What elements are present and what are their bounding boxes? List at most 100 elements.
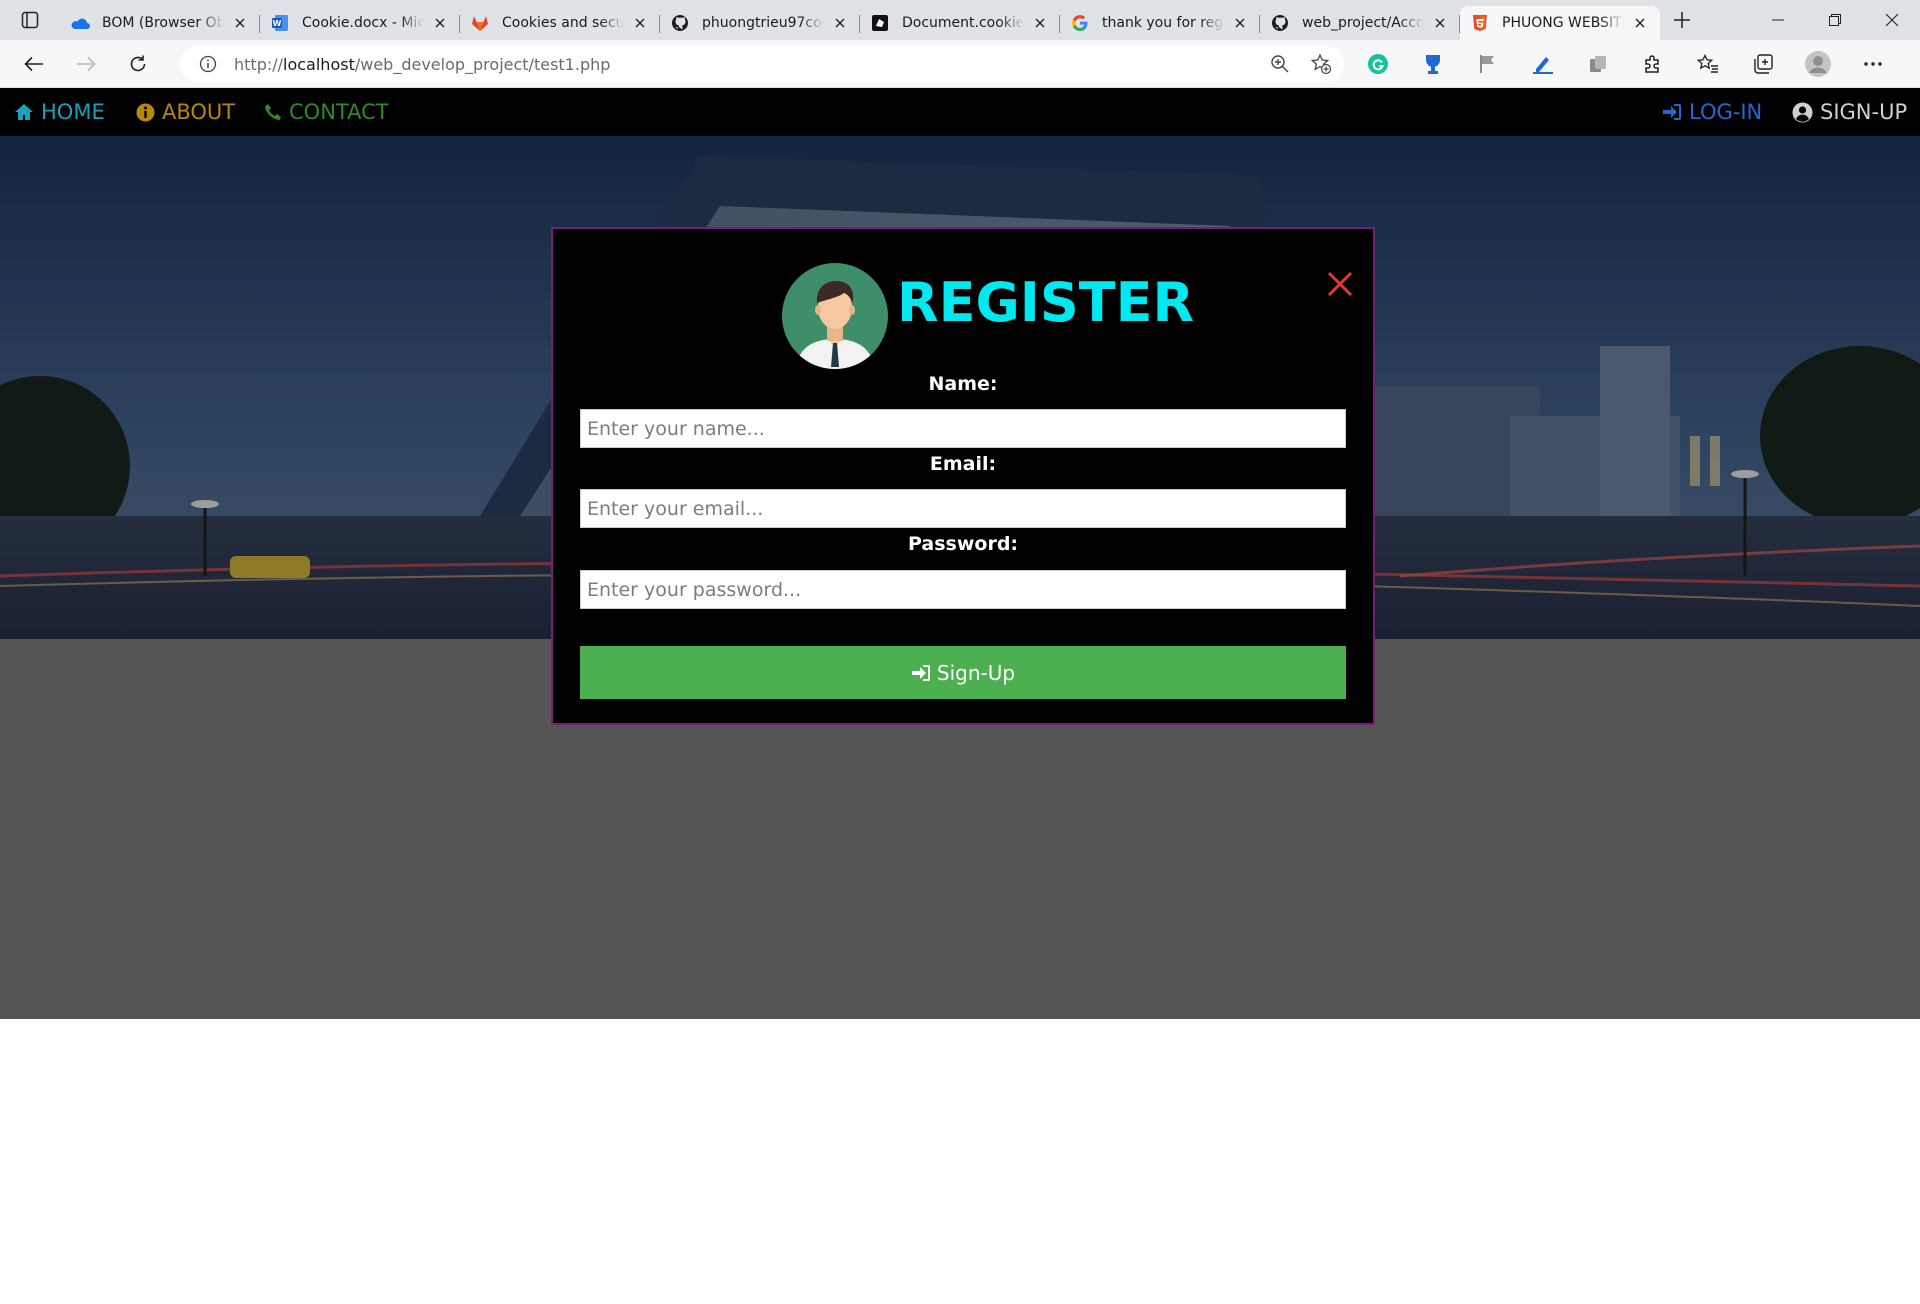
tab-close-icon[interactable] (230, 13, 250, 33)
browser-tab-bar: BOM (Browser Object Model) W Cookie.docx… (0, 0, 1920, 40)
close-icon (1885, 13, 1898, 27)
github-icon (1270, 13, 1290, 33)
back-button[interactable] (16, 46, 52, 82)
browser-tab[interactable]: phuongtrieu97code (660, 6, 860, 40)
email-input[interactable] (580, 489, 1346, 528)
minimize-icon (1771, 19, 1784, 21)
add-favorite-icon[interactable] (1310, 53, 1332, 80)
svg-text:W: W (273, 19, 282, 28)
zoom-icon[interactable] (1270, 54, 1290, 79)
tab-title: Document.cookie (902, 15, 1024, 31)
flag-icon (1480, 55, 1494, 73)
flag-extension-button[interactable] (1470, 46, 1506, 82)
settings-menu-button[interactable] (1855, 46, 1891, 82)
name-label: Name: (928, 373, 998, 395)
modal-header: REGISTER (553, 263, 1373, 371)
browser-tab[interactable]: Cookies and security (460, 6, 660, 40)
home-icon (15, 104, 33, 120)
nav-login-link[interactable]: LOG-IN (1662, 88, 1762, 136)
onedrive-icon (70, 13, 90, 33)
nav-about-link[interactable]: ABOUT (136, 88, 235, 136)
user-avatar-icon (782, 263, 888, 369)
puzzle-icon (1645, 55, 1659, 73)
url-scheme: http:// (234, 54, 284, 74)
modal-title: REGISTER (897, 271, 1195, 334)
tab-title: thank you for registering (1102, 15, 1224, 31)
site-navbar: HOME ABOUT CONTACT LOG-IN SIGN-UP (0, 88, 1920, 136)
browser-tab[interactable]: BOM (Browser Object Model) (60, 6, 260, 40)
url-text: http://localhost/web_develop_project/tes… (234, 55, 610, 74)
tab-title: BOM (Browser Object Model) (102, 15, 224, 31)
nav-contact-label: CONTACT (289, 100, 389, 124)
signup-submit-label: Sign-Up (936, 660, 1016, 685)
sign-in-icon (911, 664, 930, 681)
signup-submit-button[interactable]: Sign-Up (580, 646, 1346, 699)
refresh-button[interactable] (120, 46, 156, 82)
favorites-button[interactable] (1690, 46, 1726, 82)
close-icon[interactable] (1325, 269, 1355, 299)
tab-title: Cookies and security (502, 15, 624, 31)
nav-about-label: ABOUT (162, 100, 236, 124)
tab-close-icon[interactable] (1630, 13, 1650, 33)
tab-actions-icon (21, 11, 39, 29)
html5-icon (1470, 13, 1490, 33)
phone-icon (265, 104, 281, 120)
extension-toolbar (1360, 46, 1910, 82)
password-input[interactable] (580, 570, 1346, 609)
nav-home-link[interactable]: HOME (14, 88, 105, 136)
document-icon (870, 13, 890, 33)
url-path: /web_develop_project/test1.php (354, 54, 611, 74)
browser-tab-active[interactable]: PHUONG WEBSITE (1460, 6, 1660, 40)
nav-login-label: LOG-IN (1689, 100, 1763, 124)
profile-button[interactable] (1800, 46, 1836, 82)
address-toolbar: http://localhost/web_develop_project/tes… (0, 40, 1920, 88)
nav-contact-link[interactable]: CONTACT (264, 88, 389, 136)
favorites-list-icon (1697, 54, 1718, 73)
google-icon (1070, 13, 1090, 33)
more-icon (1864, 62, 1882, 66)
sign-in-icon (1663, 104, 1681, 120)
close-window-button[interactable] (1863, 0, 1920, 40)
web-page: HOME ABOUT CONTACT LOG-IN SIGN-UP REGIST… (0, 88, 1920, 1304)
browser-tab[interactable]: W Cookie.docx - Microsoft Word (260, 6, 460, 40)
restore-button[interactable] (1806, 0, 1863, 40)
tab-close-icon[interactable] (1230, 13, 1250, 33)
gitlab-icon (470, 13, 490, 33)
plus-icon (1674, 12, 1690, 28)
github-icon (670, 13, 690, 33)
tab-close-icon[interactable] (630, 13, 650, 33)
nav-signup-link[interactable]: SIGN-UP (1792, 88, 1907, 136)
browser-tab[interactable]: web_project/Account (1260, 6, 1460, 40)
word-icon: W (270, 13, 290, 33)
password-label: Password: (907, 533, 1019, 555)
browser-tab[interactable]: thank you for registering (1060, 6, 1260, 40)
name-input[interactable] (580, 409, 1346, 448)
trophy-extension-button[interactable] (1415, 46, 1451, 82)
tab-close-icon[interactable] (830, 13, 850, 33)
site-info-icon[interactable] (190, 46, 226, 82)
tab-close-icon[interactable] (1430, 13, 1450, 33)
minimize-button[interactable] (1749, 0, 1806, 40)
register-modal: REGISTER Name: Email: Password: Sign-Up (551, 227, 1375, 725)
forward-button[interactable] (68, 46, 104, 82)
copy-extension-button[interactable] (1580, 46, 1616, 82)
tab-actions-button[interactable] (0, 0, 60, 40)
tab-close-icon[interactable] (430, 13, 450, 33)
new-tab-button[interactable] (1660, 0, 1704, 40)
pen-icon (1533, 57, 1553, 74)
collections-icon (1754, 54, 1773, 74)
email-label: Email: (929, 453, 997, 475)
extensions-button[interactable] (1635, 46, 1671, 82)
copy-icon (1590, 56, 1606, 72)
pen-extension-button[interactable] (1525, 46, 1561, 82)
trophy-icon (1426, 55, 1440, 74)
collections-button[interactable] (1745, 46, 1781, 82)
back-arrow-icon (24, 56, 43, 71)
tab-title: web_project/Account (1302, 15, 1424, 31)
tab-close-icon[interactable] (1030, 13, 1050, 33)
profile-avatar-icon (1805, 51, 1831, 77)
nav-home-label: HOME (41, 100, 105, 124)
grammarly-extension-button[interactable] (1360, 46, 1396, 82)
browser-tab[interactable]: Document.cookie (860, 6, 1060, 40)
address-bar[interactable]: http://localhost/web_develop_project/tes… (180, 46, 1344, 82)
